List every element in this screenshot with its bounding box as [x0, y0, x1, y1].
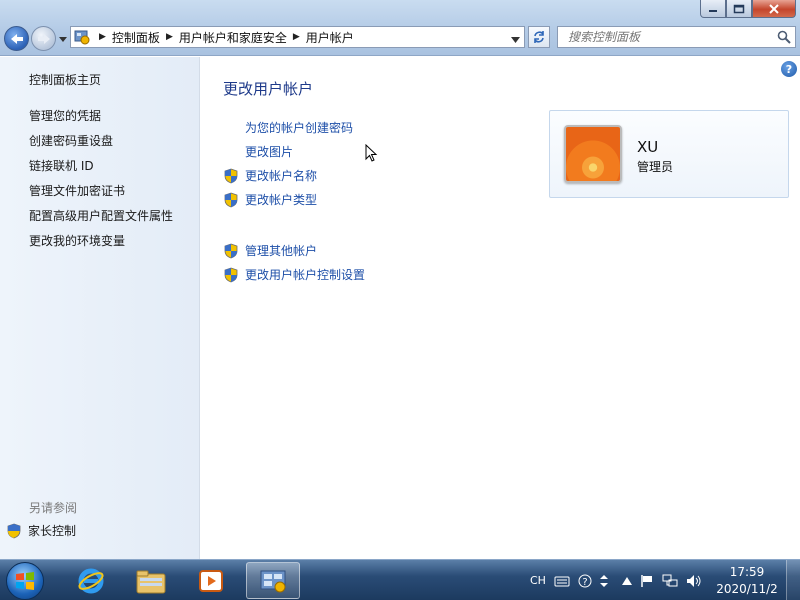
address-history-dropdown[interactable] [511, 32, 520, 46]
uac-shield-icon [224, 243, 238, 258]
left-navigation-pane: 控制面板主页 管理您的凭据 创建密码重设盘 链接联机 ID 管理文件加密证书 配… [0, 57, 200, 559]
user-account-card: XU 管理员 [549, 110, 789, 198]
svg-text:?: ? [582, 577, 587, 588]
forward-arrow-icon [37, 33, 50, 44]
task-change-picture[interactable]: 更改图片 [223, 143, 293, 160]
minimize-button[interactable] [700, 0, 726, 18]
sidebar-item-parental-controls[interactable]: 家长控制 [6, 522, 76, 539]
task-label[interactable]: 管理其他帐户 [245, 242, 317, 259]
search-box[interactable] [557, 26, 796, 48]
sidebar-item-advanced-profile-properties[interactable]: 配置高级用户配置文件属性 [29, 207, 173, 224]
chevron-up-icon [621, 576, 632, 585]
taskbar-file-explorer[interactable] [124, 562, 178, 599]
task-create-password[interactable]: 为您的帐户创建密码 [223, 119, 353, 136]
main-content: ? 更改用户帐户 为您的帐户创建密码 更改图片 更改帐户名称 更改帐户类型 管理… [201, 57, 800, 559]
task-change-account-type[interactable]: 更改帐户类型 [223, 191, 317, 208]
breadcrumb-separator-icon[interactable]: ▶ [287, 32, 306, 42]
back-arrow-icon [10, 33, 23, 44]
close-icon [769, 3, 779, 14]
taskbar-clock[interactable]: 17:59 2020/11/2 [712, 564, 782, 598]
media-player-icon [199, 569, 223, 592]
sidebar-item-manage-encryption-certificates[interactable]: 管理文件加密证书 [29, 182, 125, 199]
help-icon[interactable]: ? [781, 61, 797, 77]
breadcrumb-separator-icon[interactable]: ▶ [160, 32, 179, 42]
back-button[interactable] [4, 26, 29, 51]
uac-shield-icon [224, 192, 238, 207]
start-button[interactable] [6, 562, 44, 600]
show-hidden-icons-button[interactable] [621, 576, 632, 585]
chevron-down-icon [511, 37, 520, 43]
breadcrumb-separator-icon: ▶ [99, 32, 106, 42]
refresh-icon [534, 31, 544, 43]
task-label[interactable]: 为您的帐户创建密码 [245, 119, 353, 136]
breadcrumb-user-accounts-family-safety[interactable]: 用户帐户和家庭安全 [179, 29, 287, 46]
uac-shield-icon [224, 267, 238, 282]
taskbar-control-panel[interactable] [246, 562, 300, 599]
network-icon[interactable] [662, 574, 678, 588]
see-also-heading: 另请参阅 [29, 501, 78, 515]
keyboard-icon[interactable] [554, 575, 570, 587]
task-label[interactable]: 更改用户帐户控制设置 [245, 266, 365, 283]
search-icon[interactable] [773, 30, 795, 44]
refresh-button[interactable] [528, 26, 550, 48]
folder-icon [136, 570, 166, 593]
mouse-pointer-icon [365, 144, 378, 162]
sidebar-item-manage-credentials[interactable]: 管理您的凭据 [29, 107, 101, 124]
uac-shield-icon [224, 168, 238, 183]
minimize-icon [709, 9, 717, 12]
clock-date: 2020/11/2 [716, 582, 778, 596]
sidebar-item-control-panel-home[interactable]: 控制面板主页 [29, 71, 101, 88]
window-controls [700, 0, 796, 18]
forward-button[interactable] [31, 26, 56, 51]
show-desktop-button[interactable] [786, 560, 800, 600]
ime-options-icon[interactable] [599, 574, 608, 588]
help-icon[interactable]: ? [578, 574, 592, 588]
page-title: 更改用户帐户 [223, 80, 314, 98]
task-change-account-name[interactable]: 更改帐户名称 [223, 167, 317, 184]
windows-logo-icon [16, 572, 34, 590]
recent-pages-dropdown[interactable] [58, 34, 68, 44]
breadcrumb-control-panel[interactable]: 控制面板 [112, 29, 160, 46]
task-label[interactable]: 更改帐户类型 [245, 191, 317, 208]
sidebar-item-create-password-reset-disk[interactable]: 创建密码重设盘 [29, 132, 113, 149]
task-label[interactable]: 更改图片 [245, 143, 293, 160]
user-name: XU [637, 138, 659, 156]
system-tray: CH ? [526, 560, 706, 600]
language-indicator[interactable]: CH [530, 574, 546, 587]
breadcrumb-user-accounts[interactable]: 用户帐户 [306, 29, 354, 46]
internet-explorer-icon [78, 568, 104, 593]
taskbar-internet-explorer[interactable] [64, 562, 118, 599]
search-input[interactable] [558, 28, 773, 46]
uac-shield-icon [7, 523, 21, 538]
action-center-flag-icon[interactable] [640, 574, 654, 588]
taskbar-media-player[interactable] [184, 562, 238, 599]
control-panel-icon [71, 27, 93, 47]
sidebar-item-label[interactable]: 家长控制 [28, 522, 76, 539]
clock-time: 17:59 [729, 565, 765, 579]
volume-icon[interactable] [686, 574, 702, 588]
sidebar-item-link-online-id[interactable]: 链接联机 ID [29, 157, 94, 174]
task-label[interactable]: 更改帐户名称 [245, 167, 317, 184]
task-manage-other-accounts[interactable]: 管理其他帐户 [223, 242, 317, 259]
control-panel-icon [260, 570, 286, 592]
avatar [564, 125, 622, 183]
address-bar[interactable]: ▶ 控制面板 ▶ 用户帐户和家庭安全 ▶ 用户帐户 [70, 26, 525, 48]
maximize-icon [733, 4, 745, 13]
user-role: 管理员 [637, 160, 674, 174]
window-titlebar: ▶ 控制面板 ▶ 用户帐户和家庭安全 ▶ 用户帐户 [0, 0, 800, 56]
sidebar-item-change-environment-variables[interactable]: 更改我的环境变量 [29, 232, 125, 249]
close-button[interactable] [752, 0, 796, 18]
maximize-button[interactable] [726, 0, 752, 18]
task-change-uac-settings[interactable]: 更改用户帐户控制设置 [223, 266, 365, 283]
chevron-down-icon [59, 36, 67, 42]
taskbar: CH ? 17:59 2020/11/2 [0, 559, 800, 600]
